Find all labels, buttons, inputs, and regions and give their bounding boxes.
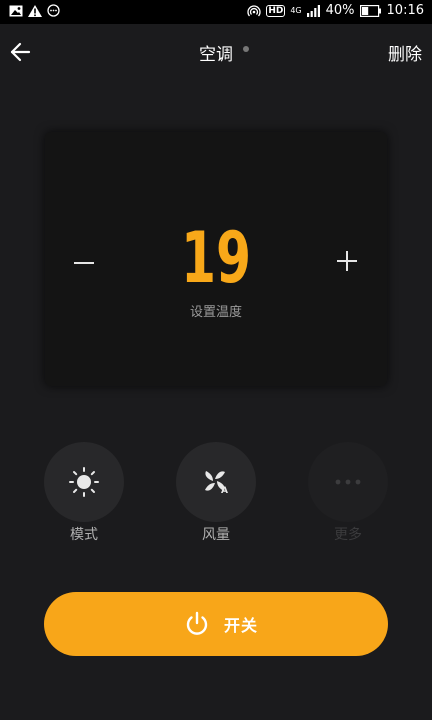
fan-speed-button[interactable]: A bbox=[176, 442, 256, 522]
page-title: 空调 bbox=[199, 45, 233, 65]
title-wrap: 空调 bbox=[0, 40, 432, 65]
svg-text:A: A bbox=[221, 486, 228, 496]
power-icon bbox=[186, 611, 208, 635]
increase-temperature-button[interactable] bbox=[332, 246, 362, 276]
more-button[interactable] bbox=[308, 442, 388, 522]
hotspot-icon bbox=[247, 4, 261, 16]
more-label: 更多 bbox=[334, 527, 362, 543]
temperature-card: 19 设置温度 bbox=[45, 132, 387, 386]
network-type: 4G bbox=[290, 5, 302, 15]
temperature-value: 19 bbox=[180, 217, 252, 299]
fan-auto-icon: A bbox=[205, 471, 228, 496]
sun-icon bbox=[69, 467, 99, 497]
signal-icon bbox=[306, 4, 320, 17]
status-bar-left bbox=[9, 4, 60, 17]
more-icon bbox=[335, 479, 361, 485]
chat-notification-icon bbox=[47, 4, 60, 17]
mode-label: 模式 bbox=[70, 527, 98, 543]
clock: 10:16 bbox=[386, 3, 424, 18]
battery-icon bbox=[359, 4, 381, 17]
image-notification-icon bbox=[9, 5, 23, 16]
warning-icon bbox=[28, 4, 42, 17]
status-dot bbox=[243, 46, 249, 52]
status-bar: HD 4G 40% 10:16 bbox=[0, 0, 432, 24]
temperature-label: 设置温度 bbox=[189, 305, 242, 320]
fan-speed-label: 风量 bbox=[202, 527, 230, 543]
power-label: 开关 bbox=[224, 616, 259, 635]
power-button[interactable]: 开关 bbox=[44, 592, 388, 656]
mode-button[interactable] bbox=[44, 442, 124, 522]
delete-button[interactable]: 删除 bbox=[388, 40, 422, 65]
hd-indicator: HD bbox=[266, 4, 286, 17]
battery-percent: 40% bbox=[325, 3, 355, 18]
app-header: 空调 删除 bbox=[0, 24, 432, 80]
status-bar-right: HD 4G 40% 10:16 bbox=[247, 3, 424, 18]
